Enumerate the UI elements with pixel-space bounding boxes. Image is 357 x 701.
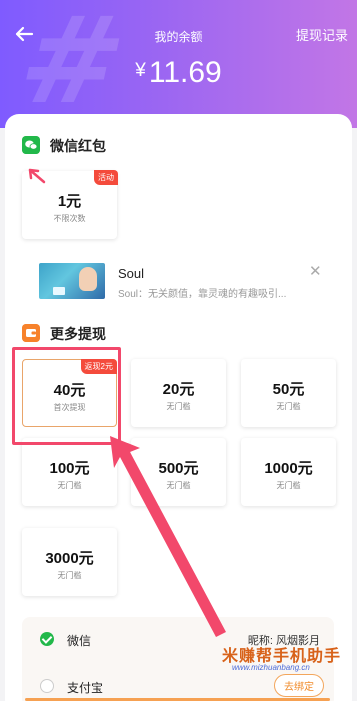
option-1-yuan[interactable]: 1元 不限次数 活动 bbox=[22, 170, 118, 239]
option-amount: 3000元 bbox=[45, 550, 94, 567]
option-sub: 无门槛 bbox=[166, 402, 191, 411]
activity-badge: 活动 bbox=[94, 170, 118, 185]
option-sub: 无门槛 bbox=[57, 571, 82, 580]
header: # 我的余额 提现记录 ¥11.69 bbox=[0, 0, 357, 128]
payment-alipay-row[interactable]: 支付宝 去绑定 bbox=[22, 667, 334, 701]
option-100-yuan[interactable]: 100元 无门槛 bbox=[22, 438, 117, 506]
option-500-yuan[interactable]: 500元 无门槛 bbox=[131, 438, 226, 506]
balance-display: ¥11.69 bbox=[0, 56, 357, 90]
check-icon[interactable] bbox=[40, 632, 54, 646]
option-amount: 1000元 bbox=[264, 460, 313, 477]
option-amount: 500元 bbox=[158, 460, 199, 477]
option-amount: 50元 bbox=[272, 381, 305, 398]
payment-alipay-label: 支付宝 bbox=[67, 681, 104, 695]
balance-amount: 11.69 bbox=[148, 56, 222, 89]
option-3000-yuan[interactable]: 3000元 无门槛 bbox=[22, 528, 117, 596]
bind-button[interactable]: 去绑定 bbox=[274, 674, 324, 697]
option-20-yuan[interactable]: 20元 无门槛 bbox=[131, 359, 226, 427]
option-1000-yuan[interactable]: 1000元 无门槛 bbox=[241, 438, 336, 506]
ad-person bbox=[79, 267, 97, 291]
option-sub: 无门槛 bbox=[166, 481, 191, 490]
option-sub: 无门槛 bbox=[57, 481, 82, 490]
wallet-icon bbox=[22, 324, 40, 342]
option-sub: 不限次数 bbox=[53, 214, 86, 223]
ad-tag bbox=[53, 287, 65, 295]
more-section-title: 更多提现 bbox=[50, 326, 106, 342]
option-sub: 无门槛 bbox=[276, 481, 301, 490]
close-icon[interactable]: ✕ bbox=[309, 262, 322, 280]
option-50-yuan[interactable]: 50元 无门槛 bbox=[241, 359, 336, 427]
payment-wechat-label: 微信 bbox=[67, 634, 92, 648]
withdraw-history-link[interactable]: 提现记录 bbox=[296, 25, 348, 44]
wechat-section-title: 微信红包 bbox=[50, 138, 106, 154]
ad-name: Soul bbox=[118, 266, 145, 281]
currency-symbol: ¥ bbox=[135, 60, 146, 81]
highlight-box bbox=[12, 347, 121, 445]
option-amount: 100元 bbox=[49, 460, 90, 477]
ad-description: Soul：无关颜值，靠灵魂的有趣吸引... bbox=[118, 289, 287, 300]
option-sub: 无门槛 bbox=[276, 402, 301, 411]
ad-thumbnail bbox=[39, 263, 105, 299]
option-amount: 20元 bbox=[162, 381, 195, 398]
watermark-url: www.mizhuanbang.cn bbox=[232, 663, 310, 672]
option-amount: 1元 bbox=[57, 193, 82, 210]
wechat-icon bbox=[22, 136, 40, 154]
ad-banner[interactable]: Soul Soul：无关颜值，靠灵魂的有趣吸引... ✕ bbox=[39, 258, 329, 300]
radio-icon[interactable] bbox=[40, 679, 54, 693]
